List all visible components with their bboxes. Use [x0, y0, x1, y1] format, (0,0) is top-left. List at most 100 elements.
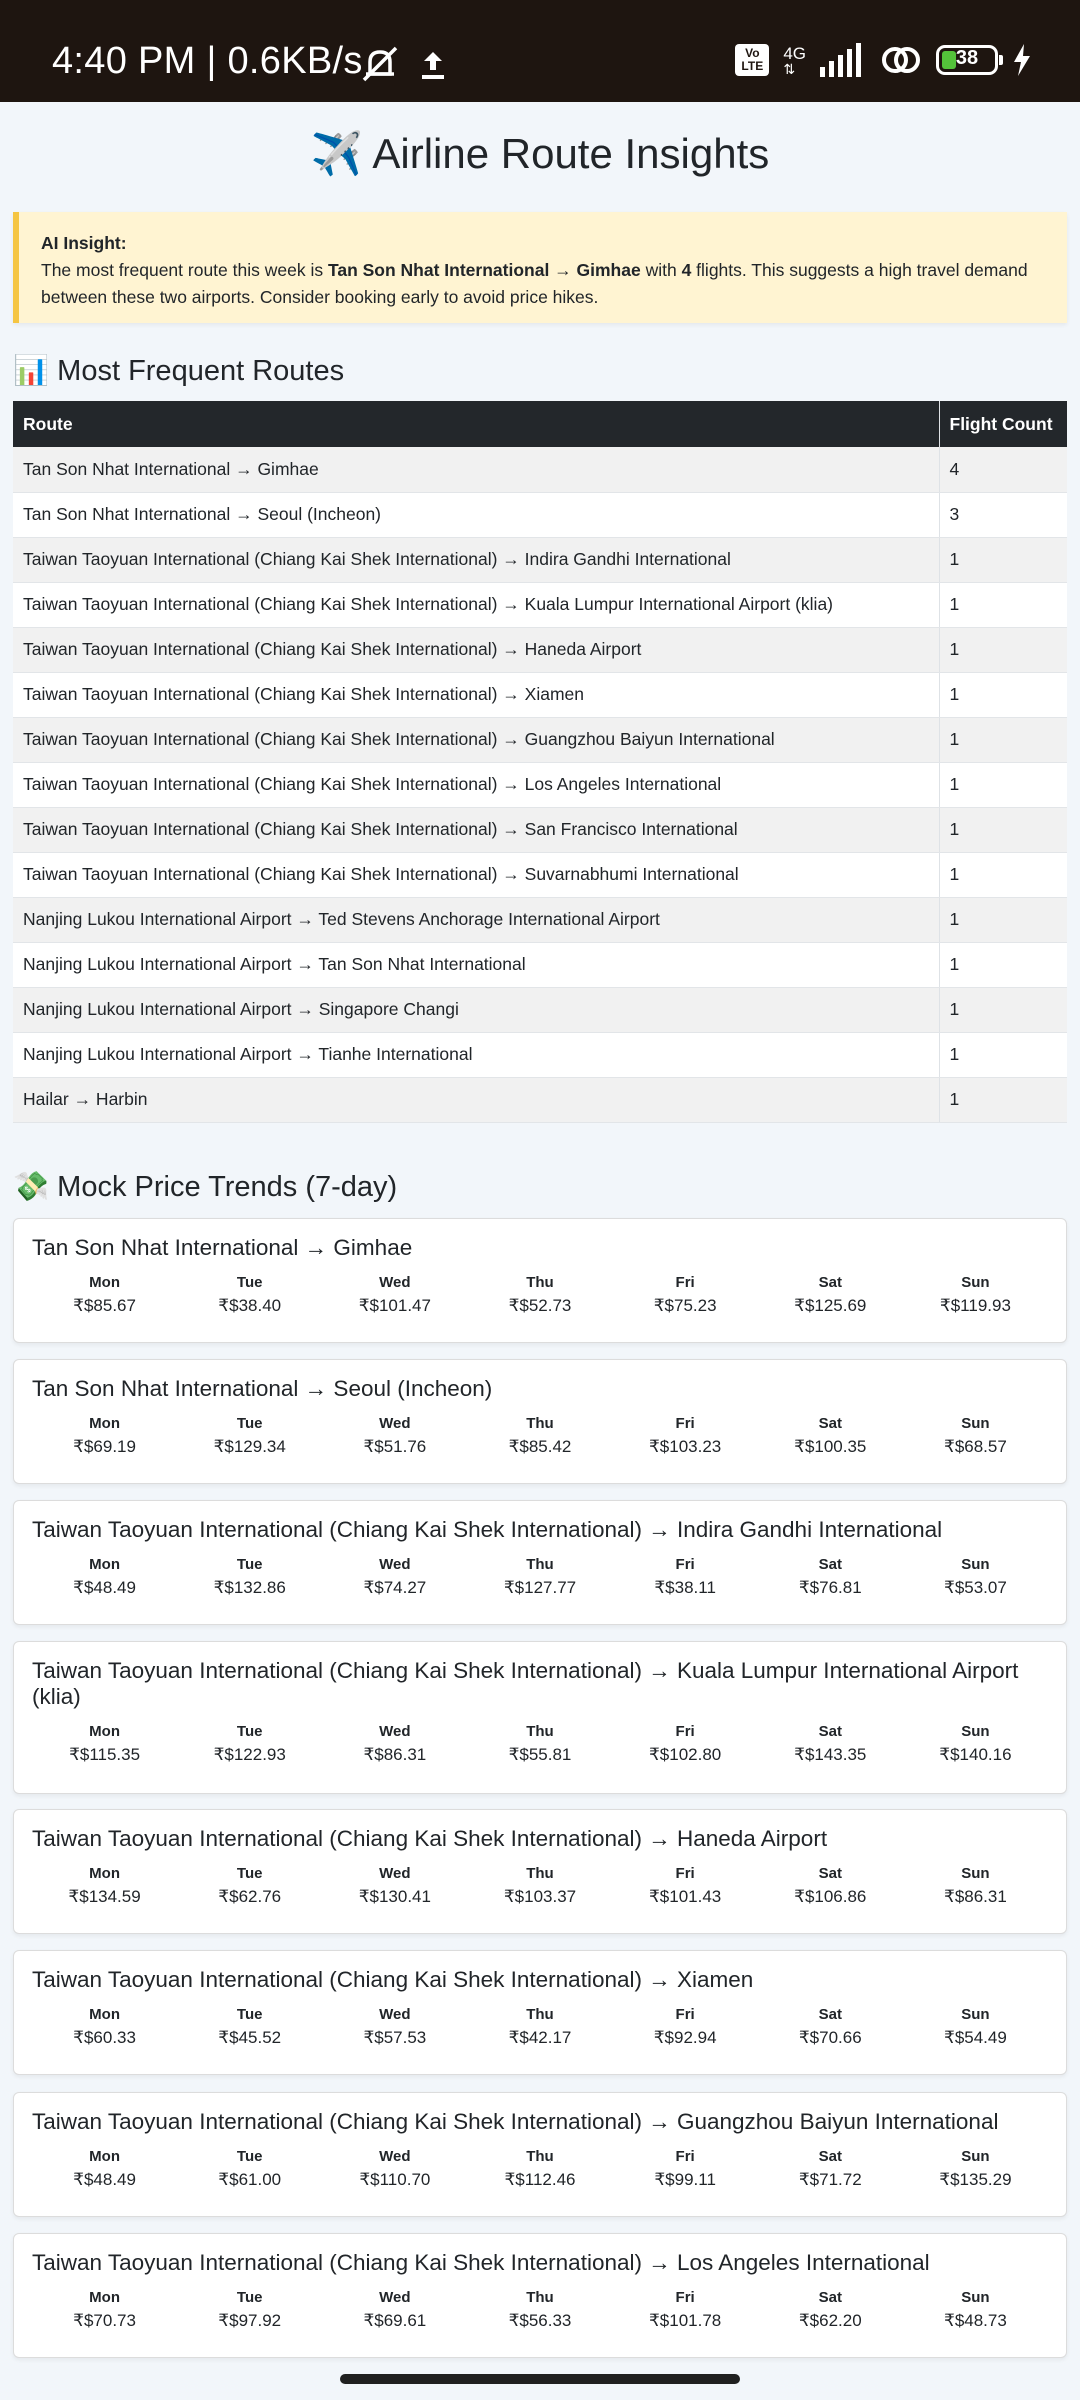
route-cell: Nanjing Lukou International Airport → Si…	[13, 987, 939, 1033]
day-price: ₹$69.61	[363, 2311, 427, 2330]
frequent-routes-heading: 📊 Most Frequent Routes	[13, 355, 345, 387]
price-trend-card: Taiwan Taoyuan International (Chiang Kai…	[13, 2233, 1067, 2358]
day-price-row: Mon ₹$60.33 Tue ₹$45.52 Wed ₹$57.53 Thu ₹$42.17…	[32, 2005, 1048, 2051]
table-header-row: Route Flight Count	[13, 401, 1067, 447]
day-price-cell: Sun ₹$68.57	[903, 1414, 1048, 1460]
day-name: Tue	[236, 1556, 263, 1573]
day-name: Thu	[526, 1865, 554, 1882]
table-row: Nanjing Lukou International Airport → Ti…	[13, 1032, 1067, 1078]
insight-text: The most frequent route this week is Tan…	[41, 260, 1028, 307]
day-price: ₹$48.49	[73, 2170, 136, 2189]
day-name: Thu	[526, 1274, 554, 1291]
day-price-cell: Tue ₹$132.86	[177, 1555, 322, 1601]
day-price: ₹$69.19	[73, 1437, 136, 1456]
day-price-cell: Sat ₹$71.72	[758, 2147, 903, 2193]
day-price-row: Mon ₹$70.73 Tue ₹$97.92 Wed ₹$69.61 Thu ₹$56.33…	[32, 2288, 1048, 2334]
day-price-cell: Fri ₹$92.94	[613, 2005, 758, 2051]
day-price: ₹$129.34	[213, 1437, 286, 1456]
day-name: Tue	[236, 1723, 263, 1740]
day-price-row: Mon ₹$85.67 Tue ₹$38.40 Wed ₹$101.47 Thu ₹$52.7…	[32, 1273, 1048, 1319]
day-name: Thu	[526, 2148, 554, 2165]
day-price-cell: Sat ₹$62.20	[758, 2288, 903, 2334]
day-price: ₹$130.41	[358, 1887, 431, 1906]
day-price: ₹$122.93	[213, 1745, 286, 1764]
day-price-cell: Sun ₹$86.31	[903, 1864, 1048, 1910]
price-trend-card: Taiwan Taoyuan International (Chiang Kai…	[13, 1809, 1067, 1934]
day-name: Fri	[675, 2289, 695, 2306]
day-price-cell: Mon ₹$69.19	[32, 1414, 177, 1460]
day-name: Sun	[961, 2289, 990, 2306]
day-price-cell: Mon ₹$48.49	[32, 1555, 177, 1601]
day-name: Mon	[89, 1556, 120, 1573]
day-price-cell: Fri ₹$102.80	[613, 1722, 758, 1768]
route-cell: Taiwan Taoyuan International (Chiang Kai…	[13, 762, 939, 808]
table-row: Taiwan Taoyuan International (Chiang Kai…	[13, 852, 1067, 898]
day-price: ₹$106.86	[794, 1887, 867, 1906]
day-price-cell: Sat ₹$106.86	[758, 1864, 903, 1910]
price-trends-heading: 💸 Mock Price Trends (7-day)	[13, 1171, 398, 1203]
route-cell: Hailar → Harbin	[13, 1077, 939, 1123]
card-route-title: Taiwan Taoyuan International (Chiang Kai…	[32, 1967, 754, 1992]
home-indicator[interactable]	[340, 2374, 740, 2384]
flight-count-cell: 1	[938, 717, 1067, 763]
day-price-row: Mon ₹$69.19 Tue ₹$129.34 Wed ₹$51.76 Thu ₹$85.4…	[32, 1414, 1048, 1460]
day-name: Fri	[675, 2006, 695, 2023]
day-name: Fri	[675, 1556, 695, 1573]
table-row: Taiwan Taoyuan International (Chiang Kai…	[13, 582, 1067, 628]
day-name: Thu	[526, 2006, 554, 2023]
day-name: Fri	[675, 1415, 695, 1432]
day-name: Thu	[526, 1556, 554, 1573]
day-price-cell: Wed ₹$110.70	[322, 2147, 467, 2193]
route-cell: Taiwan Taoyuan International (Chiang Kai…	[13, 582, 939, 628]
day-price-cell: Thu ₹$56.33	[467, 2288, 612, 2334]
ai-insight-box: AI Insight: The most frequent route this…	[13, 212, 1067, 323]
card-route-title: Tan Son Nhat International → Gimhae	[32, 1235, 413, 1260]
day-name: Fri	[675, 1274, 695, 1291]
route-cell: Nanjing Lukou International Airport → Ti…	[13, 1032, 939, 1078]
day-price: ₹$99.11	[654, 2170, 716, 2189]
route-cell: Nanjing Lukou International Airport → Te…	[13, 897, 939, 943]
day-price-cell: Wed ₹$101.47	[322, 1273, 467, 1319]
day-name: Thu	[526, 1723, 554, 1740]
day-price-row: Mon ₹$115.35 Tue ₹$122.93 Wed ₹$86.31 Thu ₹$55.…	[32, 1722, 1048, 1768]
day-name: Wed	[379, 1723, 411, 1740]
day-price-cell: Tue ₹$122.93	[177, 1722, 322, 1768]
day-price: ₹$101.78	[648, 2311, 722, 2330]
charging-icon	[1014, 44, 1030, 76]
day-price-cell: Tue ₹$61.00	[177, 2147, 322, 2193]
flight-count-cell: 3	[938, 492, 1067, 538]
day-price: ₹$143.35	[794, 1745, 867, 1764]
day-price-cell: Wed ₹$86.31	[322, 1722, 467, 1768]
day-price-cell: Sun ₹$119.93	[903, 1273, 1048, 1319]
day-name: Wed	[379, 1865, 411, 1882]
day-price-cell: Wed ₹$51.76	[322, 1414, 467, 1460]
flight-count-cell: 1	[938, 627, 1067, 673]
day-name: Tue	[236, 1415, 263, 1432]
day-price-cell: Thu ₹$127.77	[467, 1555, 612, 1601]
card-route-title: Taiwan Taoyuan International (Chiang Kai…	[32, 1826, 828, 1851]
day-price: ₹$45.52	[218, 2028, 282, 2047]
day-price: ₹$140.16	[939, 1745, 1012, 1764]
flight-count-cell: 1	[938, 537, 1067, 583]
day-price: ₹$48.49	[73, 1578, 136, 1597]
route-cell: Nanjing Lukou International Airport → Ta…	[13, 942, 939, 988]
day-price-cell: Sat ₹$143.35	[758, 1722, 903, 1768]
day-price-cell: Sun ₹$140.16	[903, 1722, 1048, 1768]
day-price: ₹$134.59	[68, 1887, 141, 1906]
insight-route: Tan Son Nhat International → Gimhae	[327, 260, 641, 280]
day-name: Mon	[89, 1723, 120, 1740]
price-trend-card: Taiwan Taoyuan International (Chiang Kai…	[13, 2092, 1067, 2217]
day-price: ₹$75.23	[653, 1296, 717, 1315]
day-price: ₹$53.07	[944, 1578, 1007, 1597]
day-name: Wed	[379, 1274, 411, 1291]
day-name: Sat	[818, 1865, 842, 1882]
day-price: ₹$85.42	[508, 1437, 572, 1456]
day-price-cell: Thu ₹$42.17	[467, 2005, 612, 2051]
day-price: ₹$101.47	[358, 1296, 431, 1315]
day-price-cell: Tue ₹$97.92	[177, 2288, 322, 2334]
card-route-title: Taiwan Taoyuan International (Chiang Kai…	[32, 1517, 943, 1542]
day-price: ₹$112.46	[504, 2170, 576, 2189]
table-row: Taiwan Taoyuan International (Chiang Kai…	[13, 807, 1067, 853]
day-name: Tue	[236, 2148, 263, 2165]
day-name: Mon	[89, 1865, 120, 1882]
